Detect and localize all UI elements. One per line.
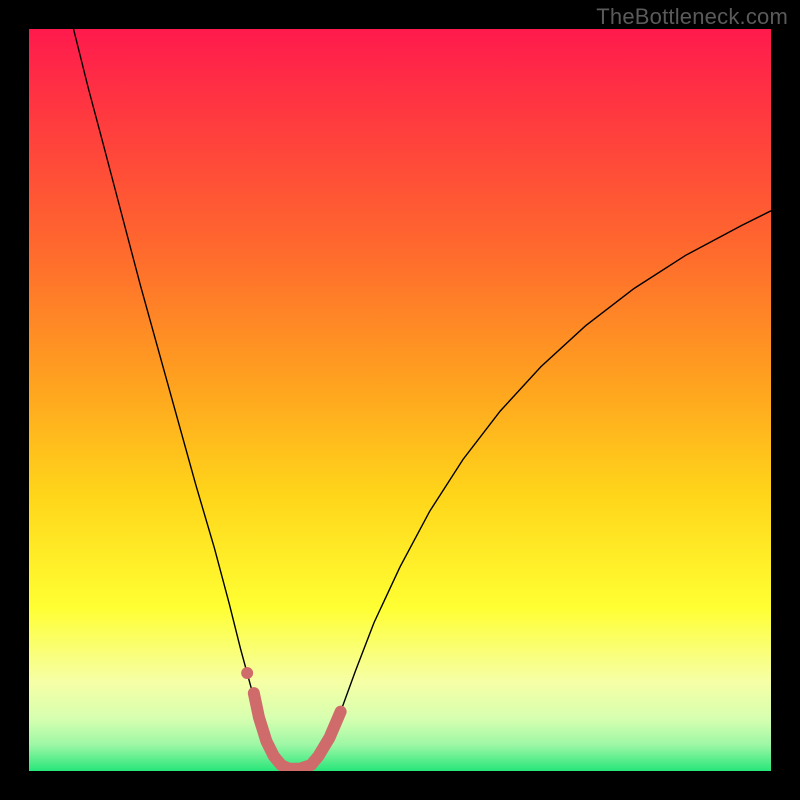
chart-svg bbox=[29, 29, 771, 771]
watermark-text: TheBottleneck.com bbox=[596, 4, 788, 30]
chart-frame: TheBottleneck.com bbox=[0, 0, 800, 800]
chart-background bbox=[29, 29, 771, 771]
highlight-dot bbox=[241, 667, 253, 679]
plot-area bbox=[29, 29, 771, 771]
